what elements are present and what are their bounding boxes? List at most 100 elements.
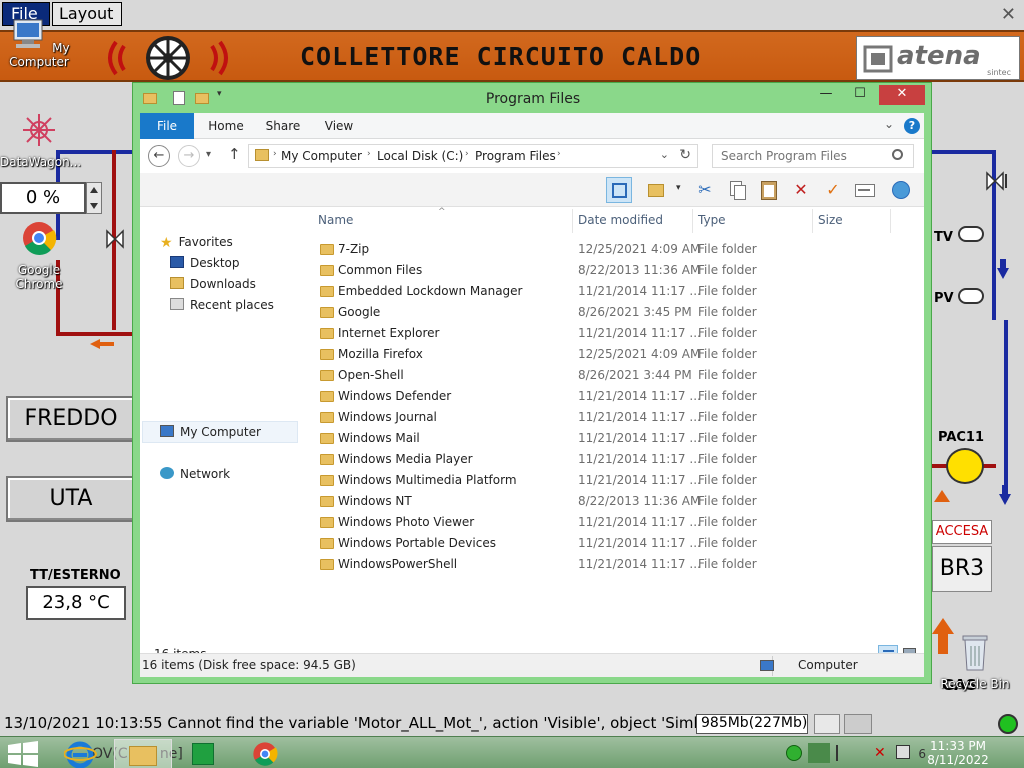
rename-icon[interactable]: ✓ <box>820 177 846 203</box>
desktop-icon-chrome[interactable]: Google Chrome <box>0 218 78 291</box>
spin-up-icon[interactable] <box>90 187 98 193</box>
breadcrumb-separator-icon[interactable]: › <box>367 149 371 159</box>
freddo-button[interactable]: FREDDO <box>6 396 136 442</box>
file-row[interactable]: WindowsPowerShell 11/21/2014 11:17 ... Fil… <box>310 554 900 575</box>
spin-down-icon[interactable] <box>90 203 98 209</box>
taskbar: OV(C [Ru ne] ✕ 6 11:33 PM 8/11/2022 <box>0 736 1024 768</box>
chevron-down-icon[interactable]: ▾ <box>676 183 681 193</box>
desktop-icon-my-computer[interactable]: My Computer <box>0 18 78 69</box>
desktop-icon-recycle-bin[interactable]: Recycle Bin <box>936 632 1014 691</box>
file-row[interactable]: Common Files 8/22/2013 11:36 AM File folde… <box>310 260 900 281</box>
delete-icon[interactable]: ✕ <box>788 177 814 203</box>
clock[interactable]: 11:33 PM 8/11/2022 <box>918 739 998 767</box>
taskbar-chrome[interactable] <box>240 739 292 768</box>
file-name: Windows Defender <box>338 389 452 403</box>
tray-green-icon[interactable] <box>786 745 802 761</box>
file-row[interactable]: Windows Portable Devices 11/21/2014 11:17… <box>310 533 900 554</box>
explorer-window[interactable]: ▾ Program Files — ☐ ✕ File Home Share Vi… <box>132 82 932 684</box>
file-row[interactable]: Windows Multimedia Platform 11/21/2014 11… <box>310 470 900 491</box>
column-header-name[interactable]: Name <box>318 213 353 233</box>
taskbar-explorer[interactable] <box>114 739 172 768</box>
tray-vnc-icon[interactable] <box>808 743 830 763</box>
tab-home[interactable]: Home <box>198 113 254 139</box>
file-row[interactable]: Open-Shell 8/26/2021 3:44 PM File folder <box>310 365 900 386</box>
nav-item-favorites[interactable]: ★ Favorites <box>160 233 233 251</box>
help-icon[interactable]: ? <box>904 118 920 134</box>
percent-value[interactable]: 0 % <box>0 182 86 214</box>
file-name: Google <box>338 305 381 319</box>
file-row[interactable]: Embedded Lockdown Manager 11/21/2014 11:1… <box>310 281 900 302</box>
maximize-button[interactable]: ☐ <box>845 85 875 105</box>
properties-icon[interactable] <box>852 177 878 203</box>
file-row[interactable]: Windows Defender 11/21/2014 11:17 ... File… <box>310 386 900 407</box>
pump-icon[interactable] <box>946 448 984 484</box>
file-row[interactable]: Internet Explorer 11/21/2014 11:17 ... Fil… <box>310 323 900 344</box>
column-header-type[interactable]: Type <box>698 213 726 233</box>
file-type: File folder <box>698 431 757 445</box>
breadcrumb-separator-icon[interactable]: › <box>465 149 469 159</box>
back-button[interactable]: ← <box>148 145 170 167</box>
up-button[interactable]: ↑ <box>228 145 241 163</box>
breadcrumb-separator-icon[interactable]: › <box>557 149 561 159</box>
nav-item-desktop[interactable]: Desktop <box>170 254 240 272</box>
folder-options-icon[interactable] <box>644 177 670 203</box>
tab-share[interactable]: Share <box>258 113 308 139</box>
column-divider[interactable] <box>812 209 813 233</box>
recent-locations-icon[interactable]: ▾ <box>206 149 211 160</box>
preview-pane-icon[interactable] <box>606 177 632 203</box>
file-name: Open-Shell <box>338 368 404 382</box>
nav-item-downloads[interactable]: Downloads <box>170 275 256 293</box>
breadcrumb-separator-icon[interactable]: › <box>273 149 277 159</box>
cut-icon[interactable]: ✂ <box>692 177 718 203</box>
file-date: 8/26/2021 3:45 PM <box>578 305 692 319</box>
nav-item-network[interactable]: Network <box>160 465 230 483</box>
column-divider[interactable] <box>572 209 573 233</box>
file-date: 12/25/2021 4:09 AM <box>578 347 701 361</box>
breadcrumb-local-disk[interactable]: Local Disk (C:) <box>377 149 463 163</box>
file-row[interactable]: Mozilla Firefox 12/25/2021 4:09 AM File fo… <box>310 344 900 365</box>
taskbar-ie[interactable] <box>56 739 108 768</box>
close-button[interactable]: ✕ <box>879 85 925 105</box>
app-close-icon[interactable]: ✕ <box>1001 4 1016 25</box>
file-row[interactable]: Google 8/26/2021 3:45 PM File folder <box>310 302 900 323</box>
file-row[interactable]: Windows Journal 11/21/2014 11:17 ... File … <box>310 407 900 428</box>
tab-file[interactable]: File <box>140 113 194 139</box>
minimize-button[interactable]: — <box>811 85 841 105</box>
refresh-icon[interactable]: ↻ <box>679 147 691 163</box>
nav-item-recent-places[interactable]: Recent places <box>170 296 274 314</box>
file-row[interactable]: Windows NT 8/22/2013 11:36 AM File folder <box>310 491 900 512</box>
tab-view[interactable]: View <box>314 113 364 139</box>
tt-esterno-value: 23,8 °C <box>26 586 126 620</box>
tray-volume-icon[interactable]: ✕ <box>874 745 890 761</box>
nav-item-my-computer[interactable]: My Computer <box>160 423 261 441</box>
search-icon[interactable] <box>892 149 903 160</box>
globe-icon[interactable] <box>888 177 914 203</box>
start-button-windows-icon[interactable] <box>6 741 40 767</box>
desktop-icon-datawagon[interactable]: DataWagon... <box>0 110 81 169</box>
percent-spinner[interactable] <box>86 182 102 214</box>
file-row[interactable]: 7-Zip 12/25/2021 4:09 AM File folder <box>310 239 900 260</box>
column-header-date[interactable]: Date modified <box>578 213 663 233</box>
valve-right-icon <box>986 171 1007 191</box>
column-header-size[interactable]: Size <box>818 213 843 233</box>
uta-button[interactable]: UTA <box>6 476 136 522</box>
tray-network-icon[interactable] <box>896 745 910 759</box>
file-row[interactable]: Windows Mail 11/21/2014 11:17 ... File fol… <box>310 428 900 449</box>
star-icon: ★ <box>160 235 173 251</box>
file-row[interactable]: Windows Photo Viewer 11/21/2014 11:17 ...… <box>310 512 900 533</box>
tray-flag-icon[interactable] <box>836 745 850 761</box>
column-divider[interactable] <box>692 209 693 233</box>
br3-button[interactable]: BR3 <box>932 546 992 592</box>
breadcrumb-program-files[interactable]: Program Files <box>475 149 556 163</box>
copy-icon[interactable] <box>724 177 750 203</box>
ribbon-expand-icon[interactable]: ⌄ <box>884 117 894 131</box>
address-dropdown-icon[interactable]: ⌄ <box>660 148 669 161</box>
search-input[interactable] <box>712 144 914 168</box>
paste-icon[interactable] <box>756 177 782 203</box>
file-row[interactable]: Windows Media Player 11/21/2014 11:17 ...… <box>310 449 900 470</box>
forward-button[interactable]: → <box>178 145 200 167</box>
taskbar-store[interactable] <box>178 739 230 768</box>
breadcrumb-my-computer[interactable]: My Computer <box>281 149 362 163</box>
address-bar[interactable]: › My Computer › Local Disk (C:) › Progra… <box>248 144 698 168</box>
column-divider[interactable] <box>890 209 891 233</box>
